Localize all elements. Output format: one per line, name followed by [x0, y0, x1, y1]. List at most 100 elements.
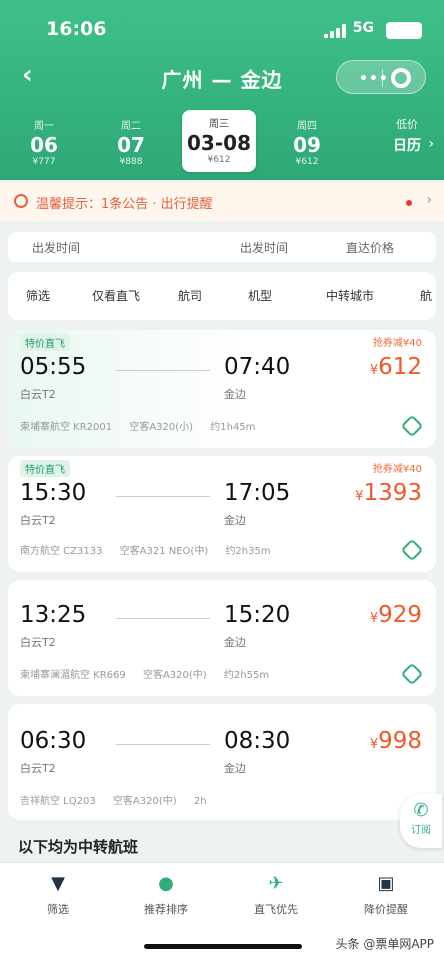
tab-price-alert[interactable]: ▣ 降价提醒 — [336, 873, 436, 917]
date-item-selected[interactable]: 周三 03-08 ¥612 — [182, 110, 256, 172]
capsule-divider — [382, 69, 383, 87]
flight-meta: 柬埔寨澜湄航空 KR669 空客A320(中) 约2h55m — [20, 666, 283, 681]
flight-meta: 柬埔寨航空 KR2001 空客A320(小) 约1h45m — [20, 418, 269, 433]
plane-icon: ✈ — [268, 873, 284, 894]
flight-price: ¥1393 — [355, 480, 422, 506]
battery-icon — [386, 22, 422, 39]
aircraft-type: 空客A321 NEO(中) — [119, 546, 209, 557]
direct-flight-icon — [400, 414, 424, 438]
date-item[interactable]: 周一 06 ¥777 — [8, 112, 80, 170]
flight-tag: 特价直飞 — [20, 460, 70, 477]
direct-flight-icon — [400, 662, 424, 686]
filter-item[interactable]: 仅看直飞 — [92, 287, 140, 304]
date-item[interactable]: 周四 09 ¥612 — [271, 112, 343, 170]
subscribe-float-button[interactable]: ✆ 订阅 — [400, 794, 442, 848]
network-label: 5G — [352, 20, 374, 36]
promo-badge: 抢券减¥40 — [372, 464, 422, 475]
filter-item[interactable]: 筛选 — [26, 287, 50, 304]
tab-label: 降价提醒 — [364, 903, 408, 916]
departure-airport: 白云T2 — [20, 636, 56, 649]
flight-price: ¥612 — [369, 354, 422, 380]
aircraft-type: 空客A320(中) — [112, 796, 177, 807]
nav-bar: ‹ 广州 — 金边 ••• — [0, 56, 444, 100]
promo-badge: 抢券减¥40 — [372, 338, 422, 349]
sort-arrival-time[interactable]: 出发时间 — [240, 239, 288, 256]
tab-label: 推荐排序 — [144, 903, 188, 916]
notice-text: 温馨提示：1条公告 · 出行提醒 — [36, 197, 213, 212]
sort-direct-price[interactable]: 直达价格 — [346, 239, 394, 256]
departure-airport: 白云T2 — [20, 388, 56, 401]
airline-flight-no: 吉祥航空 LQ203 — [20, 796, 96, 807]
arrival-airport: 金边 — [224, 636, 246, 649]
flight-card[interactable]: 13:25 15:20 ¥929 白云T2 金边 柬埔寨澜湄航空 KR669 空… — [8, 580, 436, 696]
airline-flight-no: 柬埔寨航空 KR2001 — [20, 422, 113, 433]
duration: 约2h55m — [223, 670, 270, 681]
filter-item[interactable]: 航 — [420, 287, 432, 304]
flight-card[interactable]: 特价直飞 抢券减¥40 05:55 07:40 ¥612 白云T2 金边 柬埔寨… — [8, 330, 436, 448]
low-price-calendar-button[interactable]: 低价 日历 — [380, 116, 434, 155]
route-line — [116, 370, 210, 371]
flight-card[interactable]: 06:30 08:30 ¥998 白云T2 金边 吉祥航空 LQ203 空客A3… — [8, 704, 436, 820]
sort-bar: 出发时间 出发时间 直达价格 — [8, 232, 436, 262]
subscribe-label: 订阅 — [411, 825, 431, 836]
arrival-airport: 金边 — [224, 762, 246, 775]
aircraft-type: 空客A320(小) — [129, 422, 194, 433]
date-item[interactable]: 周二 07 ¥888 — [95, 112, 167, 170]
date-weekday: 周一 — [34, 121, 54, 132]
departure-time: 06:30 — [20, 728, 87, 754]
departure-airport: 白云T2 — [20, 762, 56, 775]
duration: 约1h45m — [210, 422, 256, 433]
date-selector: 周一 06 ¥777 周二 07 ¥888 周三 03-08 ¥612 周四 0… — [0, 108, 444, 176]
tab-sort[interactable]: ● 推荐排序 — [116, 873, 216, 917]
date-day: 09 — [293, 133, 321, 157]
filter-item[interactable]: 中转城市 — [326, 287, 374, 304]
route-line — [116, 744, 210, 745]
flight-meta: 吉祥航空 LQ203 空客A320(中) 2h — [20, 792, 221, 807]
date-weekday: 周四 — [297, 121, 317, 132]
departure-time: 13:25 — [20, 602, 87, 628]
aircraft-type: 空客A320(中) — [142, 670, 207, 681]
watermark: 头条 @票单网APP — [331, 934, 438, 953]
flight-price: ¥998 — [369, 728, 422, 754]
arrival-time: 17:05 — [224, 480, 291, 506]
date-day: 07 — [117, 133, 145, 157]
date-day: 06 — [30, 133, 58, 157]
route-line — [116, 496, 210, 497]
filter-item[interactable]: 航司 — [178, 287, 202, 304]
arrival-airport: 金边 — [224, 514, 246, 527]
status-time: 16:06 — [46, 18, 107, 40]
chevron-right-icon: › — [428, 136, 434, 152]
menu-capsule[interactable]: ••• — [336, 60, 426, 94]
airline-flight-no: 柬埔寨澜湄航空 KR669 — [20, 670, 126, 681]
arrival-airport: 金边 — [224, 388, 246, 401]
unread-dot — [406, 200, 412, 206]
date-price: ¥612 — [295, 157, 319, 167]
notice-banner[interactable]: 温馨提示：1条公告 · 出行提醒 › — [0, 183, 444, 221]
close-miniprogram-icon[interactable] — [391, 68, 411, 88]
sort-icon: ● — [158, 873, 174, 894]
flight-card[interactable]: 特价直飞 抢券减¥40 15:30 17:05 ¥1393 白云T2 金边 南方… — [8, 456, 436, 572]
direct-flight-icon — [400, 538, 424, 562]
filter-icon: ▼ — [51, 873, 65, 894]
date-price: ¥612 — [207, 155, 231, 165]
tab-filter[interactable]: ▼ 筛选 — [8, 873, 108, 917]
departure-time: 05:55 — [20, 354, 87, 380]
date-price: ¥777 — [32, 157, 56, 167]
status-bar: 16:06 5G — [0, 18, 444, 44]
airline-flight-no: 南方航空 CZ3133 — [20, 546, 103, 557]
more-icon[interactable]: ••• — [359, 71, 389, 87]
home-indicator — [144, 944, 302, 949]
sort-departure-time[interactable]: 出发时间 — [32, 239, 80, 256]
date-price: ¥888 — [119, 157, 143, 167]
price-value: 1393 — [363, 480, 422, 506]
route-line — [116, 618, 210, 619]
date-weekday: 周二 — [121, 121, 141, 132]
chevron-right-icon: › — [426, 192, 432, 208]
signal-icon — [324, 24, 348, 38]
filter-item[interactable]: 机型 — [248, 287, 272, 304]
arrival-time: 08:30 — [224, 728, 291, 754]
flight-price: ¥929 — [369, 602, 422, 628]
tab-direct-first[interactable]: ✈ 直飞优先 — [226, 873, 326, 917]
arrival-time: 15:20 — [224, 602, 291, 628]
calendar-line2: 日历 — [393, 138, 421, 154]
